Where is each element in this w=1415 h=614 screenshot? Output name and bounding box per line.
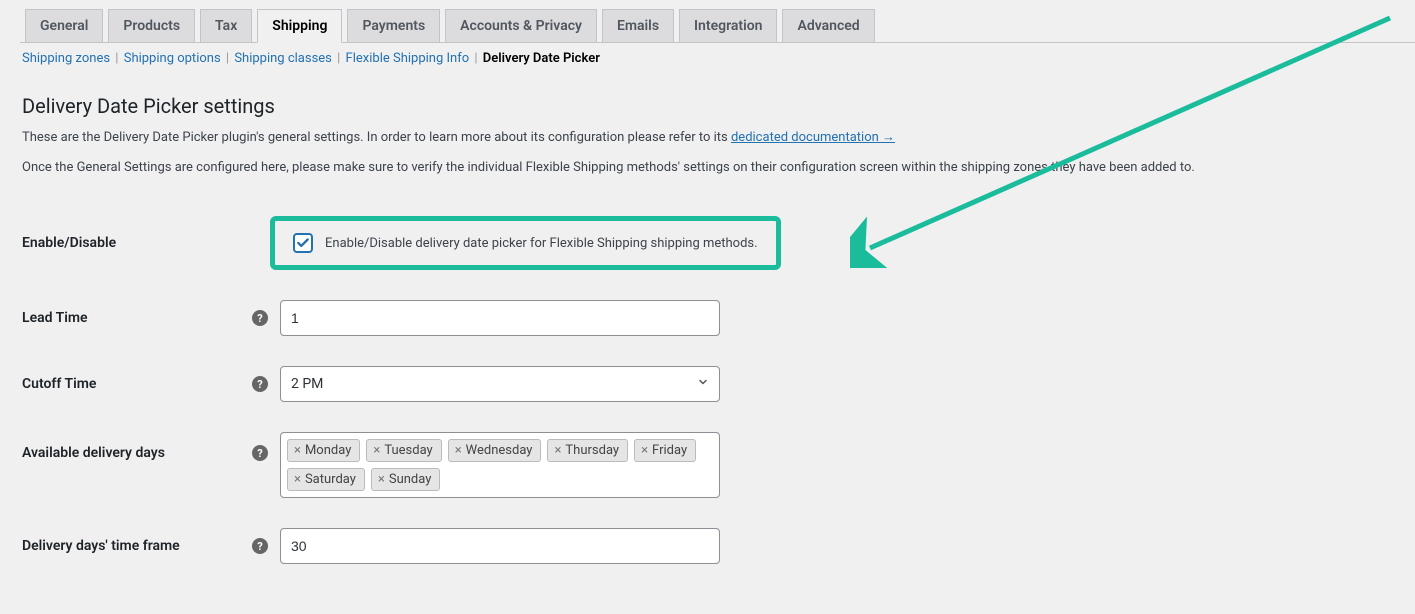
time-frame-label: Delivery days' time frame: [22, 513, 252, 579]
shipping-subnav: Shipping zones | Shipping options | Ship…: [22, 51, 1415, 66]
remove-tag-icon[interactable]: ×: [373, 443, 380, 458]
day-tag-monday[interactable]: × Monday: [287, 439, 360, 462]
day-tag-saturday[interactable]: × Saturday: [287, 468, 365, 491]
available-days-multiselect[interactable]: × Monday × Tuesday × Wednesday × Thursday × F…: [280, 432, 720, 498]
enable-checkbox-label: Enable/Disable delivery date picker for …: [325, 236, 758, 251]
remove-tag-icon[interactable]: ×: [554, 443, 561, 458]
time-frame-input[interactable]: [280, 528, 720, 564]
tab-payments[interactable]: Payments: [347, 9, 440, 43]
subnav-delivery-date-picker[interactable]: Delivery Date Picker: [483, 51, 600, 66]
tag-label: Saturday: [305, 472, 356, 487]
lead-time-input[interactable]: [280, 300, 720, 336]
section-description-2: Once the General Settings are configured…: [22, 158, 1393, 178]
remove-tag-icon[interactable]: ×: [294, 472, 301, 487]
settings-content: Delivery Date Picker settings These are …: [0, 94, 1415, 579]
help-icon[interactable]: ?: [252, 445, 268, 461]
day-tag-wednesday[interactable]: × Wednesday: [448, 439, 542, 462]
cutoff-time-label: Cutoff Time: [22, 351, 252, 417]
remove-tag-icon[interactable]: ×: [378, 472, 385, 487]
chevron-down-icon: [697, 376, 709, 392]
enable-highlight-box: Enable/Disable delivery date picker for …: [270, 216, 781, 270]
settings-form: Enable/Disable Enable/Disable delivery d…: [22, 201, 1393, 579]
remove-tag-icon[interactable]: ×: [641, 443, 648, 458]
tab-integration[interactable]: Integration: [679, 9, 777, 43]
subnav-flexible-shipping-info[interactable]: Flexible Shipping Info: [346, 51, 470, 66]
tab-general[interactable]: General: [25, 9, 103, 43]
remove-tag-icon[interactable]: ×: [455, 443, 462, 458]
cutoff-time-value: 2 PM: [291, 376, 323, 392]
help-icon[interactable]: ?: [252, 310, 268, 326]
tag-label: Thursday: [565, 443, 619, 458]
help-icon[interactable]: ?: [252, 376, 268, 392]
help-icon[interactable]: ?: [252, 538, 268, 554]
desc-text: These are the Delivery Date Picker plugi…: [22, 130, 731, 145]
subnav-shipping-zones[interactable]: Shipping zones: [22, 51, 110, 66]
tag-label: Friday: [652, 443, 687, 458]
separator: |: [226, 51, 229, 66]
section-description-1: These are the Delivery Date Picker plugi…: [22, 128, 1393, 148]
lead-time-label: Lead Time: [22, 285, 252, 351]
subnav-shipping-classes[interactable]: Shipping classes: [234, 51, 332, 66]
tag-label: Monday: [305, 443, 351, 458]
remove-tag-icon[interactable]: ×: [294, 443, 301, 458]
tab-emails[interactable]: Emails: [602, 9, 674, 43]
day-tag-tuesday[interactable]: × Tuesday: [366, 439, 441, 462]
day-tag-friday[interactable]: × Friday: [634, 439, 696, 462]
documentation-link[interactable]: dedicated documentation →: [731, 130, 895, 145]
separator: |: [474, 51, 477, 66]
tab-shipping[interactable]: Shipping: [257, 9, 342, 43]
tab-products[interactable]: Products: [108, 9, 195, 43]
separator: |: [115, 51, 118, 66]
available-days-label: Available delivery days: [22, 417, 252, 513]
page-title: Delivery Date Picker settings: [22, 94, 1393, 118]
tab-tax[interactable]: Tax: [200, 9, 252, 43]
tag-label: Wednesday: [466, 443, 533, 458]
enable-checkbox-wrap[interactable]: Enable/Disable delivery date picker for …: [293, 233, 758, 253]
tag-label: Sunday: [389, 472, 432, 487]
check-icon: [296, 236, 310, 250]
tag-label: Tuesday: [384, 443, 432, 458]
day-tag-sunday[interactable]: × Sunday: [371, 468, 440, 491]
enable-disable-label: Enable/Disable: [22, 201, 252, 285]
tab-advanced[interactable]: Advanced: [782, 9, 874, 43]
day-tag-thursday[interactable]: × Thursday: [547, 439, 628, 462]
enable-checkbox[interactable]: [293, 233, 313, 253]
separator: |: [337, 51, 340, 66]
tab-accounts-privacy[interactable]: Accounts & Privacy: [445, 9, 597, 43]
settings-tabs: General Products Tax Shipping Payments A…: [20, 0, 1415, 43]
subnav-shipping-options[interactable]: Shipping options: [124, 51, 221, 66]
cutoff-time-select[interactable]: 2 PM: [280, 366, 720, 402]
